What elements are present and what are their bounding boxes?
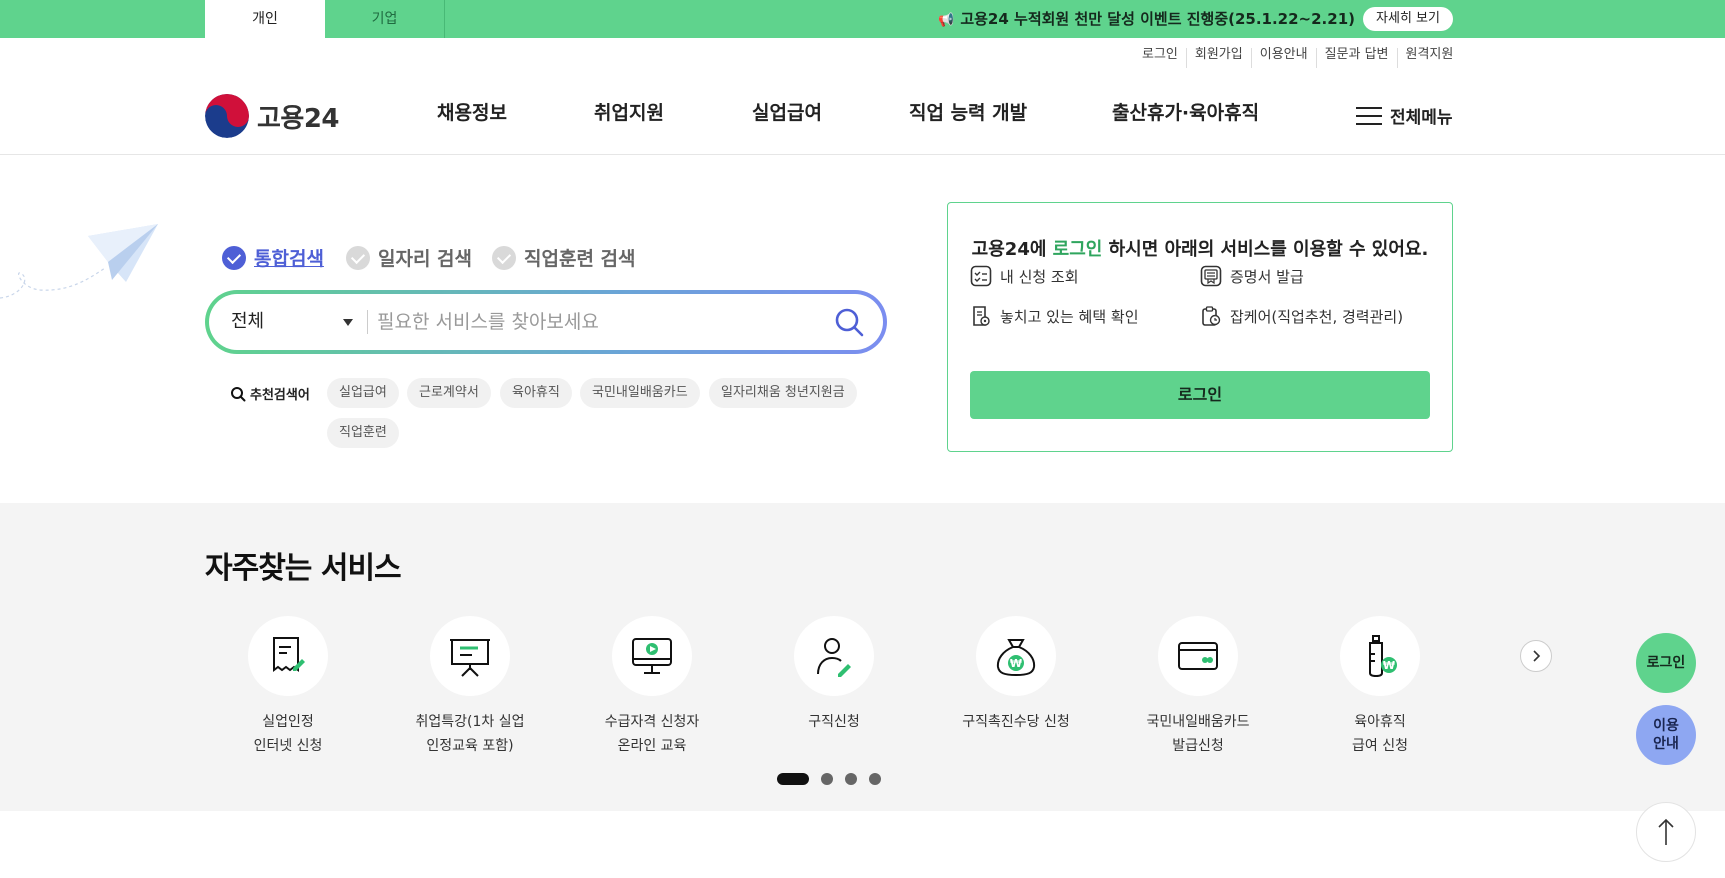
clipboard-clock-icon: [1202, 306, 1221, 326]
presentation-board-icon: [450, 639, 490, 677]
paper-plane-icon: [0, 224, 158, 299]
nav-jobs[interactable]: 채용정보: [437, 98, 507, 134]
service-item[interactable]: 실업인정 인터넷 신청: [213, 616, 363, 758]
event-notice[interactable]: 📢 고용24 누적회원 천만 달성 이벤트 진행중(25.1.22~2.21): [938, 0, 1355, 38]
service-item[interactable]: ₩ 육아휴직 급여 신청: [1305, 616, 1455, 758]
search-icon[interactable]: [833, 306, 865, 338]
frequent-services-title: 자주찾는 서비스: [205, 551, 402, 586]
nav-vocational-training[interactable]: 직업 능력 개발: [909, 98, 1027, 134]
utility-links: 로그인 회원가입 이용안내 질문과 답변 원격지원: [1134, 48, 1461, 68]
site-logo[interactable]: 고용24: [205, 94, 340, 138]
service-label: 구직신청: [808, 714, 860, 730]
nav-employment-support[interactable]: 취업지원: [594, 98, 664, 134]
carousel-dot-3[interactable]: [845, 773, 857, 785]
util-login-link[interactable]: 로그인: [1134, 48, 1186, 68]
all-menu-button[interactable]: 전체메뉴: [1356, 103, 1453, 128]
service-item[interactable]: 구직신청: [759, 616, 909, 734]
service-item[interactable]: 취업특강(1차 실업 인정교육 포함): [395, 616, 545, 758]
caret-down-icon[interactable]: [343, 319, 353, 326]
check-icon: [346, 245, 370, 270]
all-menu-label: 전체메뉴: [1390, 108, 1453, 128]
service-item[interactable]: ₩ 구직촉진수당 신청: [941, 616, 1091, 734]
keyword-chip[interactable]: 육아휴직: [500, 378, 572, 408]
nav-unemployment-benefit[interactable]: 실업급여: [752, 98, 822, 134]
event-notice-text: 고용24 누적회원 천만 달성 이벤트 진행중(25.1.22~2.21): [960, 10, 1355, 28]
search-input[interactable]: [377, 304, 797, 340]
service-label: 수급자격 신청자 온라인 교육: [604, 714, 700, 754]
svg-text:₩: ₩: [1383, 659, 1395, 672]
chevron-right-icon: [1533, 650, 1541, 662]
keyword-chip[interactable]: 직업훈련: [327, 418, 399, 448]
carousel-next-button[interactable]: [1520, 640, 1552, 672]
jobcare-link[interactable]: 잡케어(직업추천, 경력관리): [1200, 305, 1403, 327]
login-button[interactable]: 로그인: [970, 371, 1430, 419]
tab-business[interactable]: 기업: [325, 0, 445, 38]
megaphone-icon: 📢: [938, 13, 955, 28]
floating-guide-button[interactable]: 이용 안내: [1636, 705, 1696, 765]
arrow-up-icon: [1658, 818, 1674, 845]
card-icon: [1178, 642, 1218, 670]
select-divider: [367, 310, 368, 334]
service-label: 구직촉진수당 신청: [962, 714, 1070, 730]
check-icon: [222, 245, 246, 270]
checklist-icon: [970, 265, 992, 287]
logo-text: 고용24: [257, 103, 340, 134]
monitor-play-icon: [632, 638, 672, 674]
svg-text:₩: ₩: [1010, 657, 1022, 670]
carousel-dot-4[interactable]: [869, 773, 881, 785]
money-bag-icon: ₩: [996, 639, 1036, 677]
service-label: 취업특강(1차 실업 인정교육 포함): [415, 714, 525, 754]
service-label: 국민내일배움카드 발급신청: [1146, 714, 1250, 754]
service-label: 육아휴직 급여 신청: [1352, 714, 1408, 754]
baby-bottle-icon: ₩: [1369, 635, 1397, 678]
scroll-top-button[interactable]: [1636, 802, 1696, 862]
carousel-dot-1[interactable]: [777, 773, 809, 785]
util-signup-link[interactable]: 회원가입: [1185, 48, 1251, 68]
carousel-dot-2[interactable]: [821, 773, 833, 785]
search-tab-integrated[interactable]: 통합검색: [222, 244, 324, 271]
taegeuk-logo-icon: [205, 94, 249, 138]
detail-button[interactable]: 자세히 보기: [1363, 7, 1453, 31]
top-banner: 개인 기업 📢 고용24 누적회원 천만 달성 이벤트 진행중(25.1.22~2…: [0, 0, 1725, 38]
keyword-chip[interactable]: 실업급여: [327, 378, 399, 408]
header-divider: [0, 154, 1725, 155]
certificate-link[interactable]: 증명서 발급: [1200, 265, 1304, 287]
service-label: 실업인정 인터넷 신청: [253, 714, 323, 754]
keyword-chip[interactable]: 근로계약서: [407, 378, 491, 408]
document-search-icon: [973, 306, 990, 326]
receipt-pen-icon: [273, 637, 305, 672]
keyword-chip[interactable]: 국민내일배움카드: [580, 378, 700, 408]
search-category-select[interactable]: 전체: [231, 294, 264, 350]
my-application-link[interactable]: 내 신청 조회: [970, 265, 1079, 287]
hamburger-icon: [1356, 106, 1382, 126]
service-item[interactable]: 국민내일배움카드 발급신청: [1123, 616, 1273, 758]
recommended-keywords-title: 추천검색어: [230, 384, 310, 403]
util-remote-link[interactable]: 원격지원: [1396, 48, 1462, 68]
login-panel-title: 고용24에 로그인 하시면 아래의 서비스를 이용할 수 있어요.: [971, 239, 1429, 260]
search-box: 전체: [205, 290, 887, 354]
tab-personal[interactable]: 개인: [205, 0, 325, 38]
person-pen-icon: [817, 638, 851, 677]
search-tab-jobs[interactable]: 일자리 검색: [346, 244, 472, 271]
floating-login-button[interactable]: 로그인: [1636, 633, 1696, 693]
keyword-chip[interactable]: 일자리채움 청년지원금: [709, 378, 857, 408]
nav-maternity-leave[interactable]: 출산휴가·육아휴직: [1112, 98, 1259, 134]
util-qna-link[interactable]: 질문과 답변: [1315, 48, 1397, 68]
check-icon: [492, 245, 516, 270]
util-guide-link[interactable]: 이용안내: [1250, 48, 1316, 68]
search-tab-training[interactable]: 직업훈련 검색: [492, 244, 636, 271]
search-small-icon: [231, 386, 246, 401]
certificate-icon: [1200, 265, 1222, 287]
service-item[interactable]: 수급자격 신청자 온라인 교육: [577, 616, 727, 758]
missed-benefits-link[interactable]: 놓치고 있는 혜택 확인: [970, 305, 1139, 327]
login-panel: 고용24에 로그인 하시면 아래의 서비스를 이용할 수 있어요. 내 신청 조…: [947, 202, 1453, 452]
